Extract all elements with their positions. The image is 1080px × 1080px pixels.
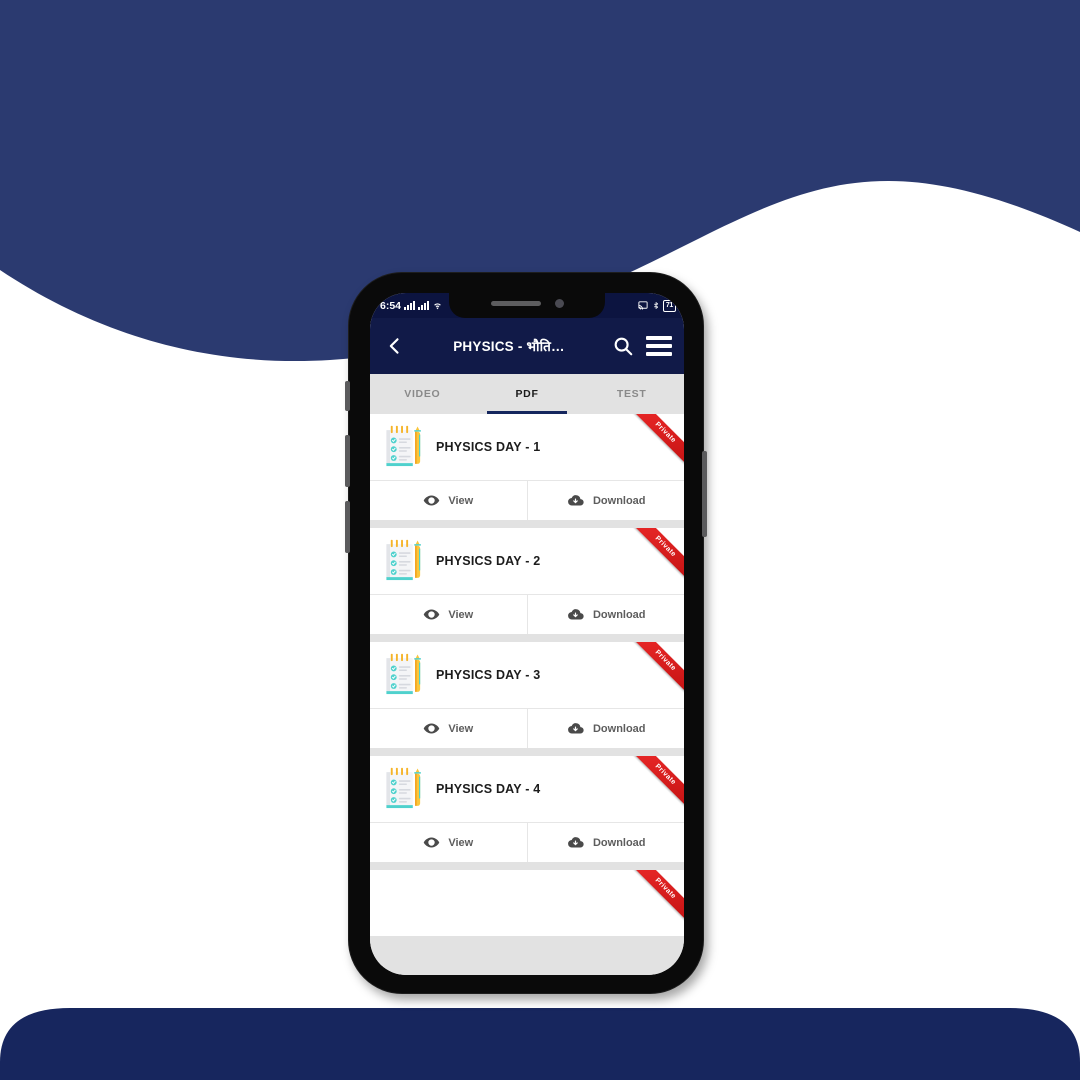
- list-item[interactable]: Private: [370, 414, 684, 520]
- download-button[interactable]: Download: [526, 595, 685, 634]
- cloud-download-icon: [568, 837, 584, 848]
- volume-down-button[interactable]: [345, 501, 350, 553]
- bottom-band-shape: [0, 1008, 1080, 1080]
- phone-notch: [449, 293, 605, 318]
- bluetooth-icon: [653, 302, 658, 309]
- list-item-title: PHYSICS DAY - 2: [436, 554, 541, 568]
- view-label: View: [448, 494, 474, 507]
- signal-bars-icon-2: [418, 301, 430, 310]
- list-item-actions: View Download: [370, 708, 684, 748]
- list-item[interactable]: Private: [370, 870, 684, 936]
- download-label: Download: [592, 608, 646, 621]
- phone-screen: 6:54 71 PHYSICS - भौति… VIDEO PDF TEST P…: [370, 293, 684, 975]
- list-item-title: PHYSICS DAY - 4: [436, 782, 541, 796]
- eye-icon: [424, 723, 440, 734]
- screenshot-canvas: 6:54 71 PHYSICS - भौति… VIDEO PDF TEST P…: [0, 0, 1080, 1080]
- notepad-pencil-icon: [386, 539, 421, 581]
- volume-up-button[interactable]: [345, 435, 350, 487]
- view-button[interactable]: View: [370, 481, 527, 520]
- download-button[interactable]: Download: [526, 481, 685, 520]
- list-item[interactable]: Private: [370, 756, 684, 862]
- eye-icon: [424, 837, 440, 848]
- download-button[interactable]: Download: [526, 823, 685, 862]
- view-button[interactable]: View: [370, 823, 527, 862]
- view-label: View: [448, 608, 474, 621]
- silent-switch-button[interactable]: [345, 381, 350, 411]
- list-item-header: PHYSICS DAY - 3: [370, 642, 684, 708]
- list-item-header: PHYSICS DAY - 2: [370, 528, 684, 594]
- download-label: Download: [592, 836, 646, 849]
- cloud-download-icon: [568, 723, 584, 734]
- earpiece-speaker-icon: [490, 301, 541, 306]
- page-title: PHYSICS - भौति…: [453, 339, 565, 354]
- front-camera-icon: [554, 299, 564, 308]
- list-item-header: PHYSICS DAY - 1: [370, 414, 684, 480]
- list-item-header: PHYSICS DAY - 4: [370, 756, 684, 822]
- list-item[interactable]: Private: [370, 642, 684, 748]
- list-item-header: [370, 870, 684, 936]
- wifi-icon: [434, 302, 441, 309]
- status-bar-right: 71: [637, 299, 676, 312]
- download-label: Download: [592, 494, 646, 507]
- list-item-title: PHYSICS DAY - 1: [436, 440, 541, 454]
- view-label: View: [448, 722, 474, 735]
- notepad-pencil-icon: [386, 425, 421, 467]
- download-label: Download: [592, 722, 646, 735]
- list-item[interactable]: Private: [370, 528, 684, 634]
- view-button[interactable]: View: [370, 709, 527, 748]
- cloud-download-icon: [568, 609, 584, 620]
- search-icon[interactable]: [608, 331, 638, 361]
- app-bar: PHYSICS - भौति…: [370, 318, 684, 374]
- status-bar-left: 6:54: [378, 300, 443, 312]
- power-button[interactable]: [702, 451, 707, 537]
- notepad-pencil-icon: [386, 653, 421, 695]
- signal-bars-icon: [404, 301, 416, 310]
- list-item-title: PHYSICS DAY - 3: [436, 668, 541, 682]
- back-chevron-icon[interactable]: [380, 331, 410, 361]
- list-item-actions: View Download: [370, 594, 684, 634]
- battery-icon: 71: [662, 299, 676, 312]
- tab-pdf[interactable]: PDF: [475, 374, 580, 414]
- view-label: View: [448, 836, 474, 849]
- tab-bar: VIDEO PDF TEST: [370, 374, 684, 414]
- list-item-actions: View Download: [370, 480, 684, 520]
- cast-icon: [638, 301, 648, 310]
- pdf-list[interactable]: Private PHYSICS DAY - 1 View Download Pr…: [370, 414, 684, 975]
- cloud-download-icon: [568, 495, 584, 506]
- list-item-actions: View Download: [370, 822, 684, 862]
- phone-mockup: 6:54 71 PHYSICS - भौति… VIDEO PDF TEST P…: [345, 272, 707, 994]
- tab-test[interactable]: TEST: [579, 374, 684, 414]
- download-button[interactable]: Download: [526, 709, 685, 748]
- eye-icon: [424, 609, 440, 620]
- tab-video[interactable]: VIDEO: [370, 374, 475, 414]
- status-time: 6:54: [380, 299, 402, 312]
- view-button[interactable]: View: [370, 595, 527, 634]
- notepad-pencil-icon: [386, 767, 421, 809]
- hamburger-menu-icon[interactable]: [644, 331, 674, 361]
- eye-icon: [424, 495, 440, 506]
